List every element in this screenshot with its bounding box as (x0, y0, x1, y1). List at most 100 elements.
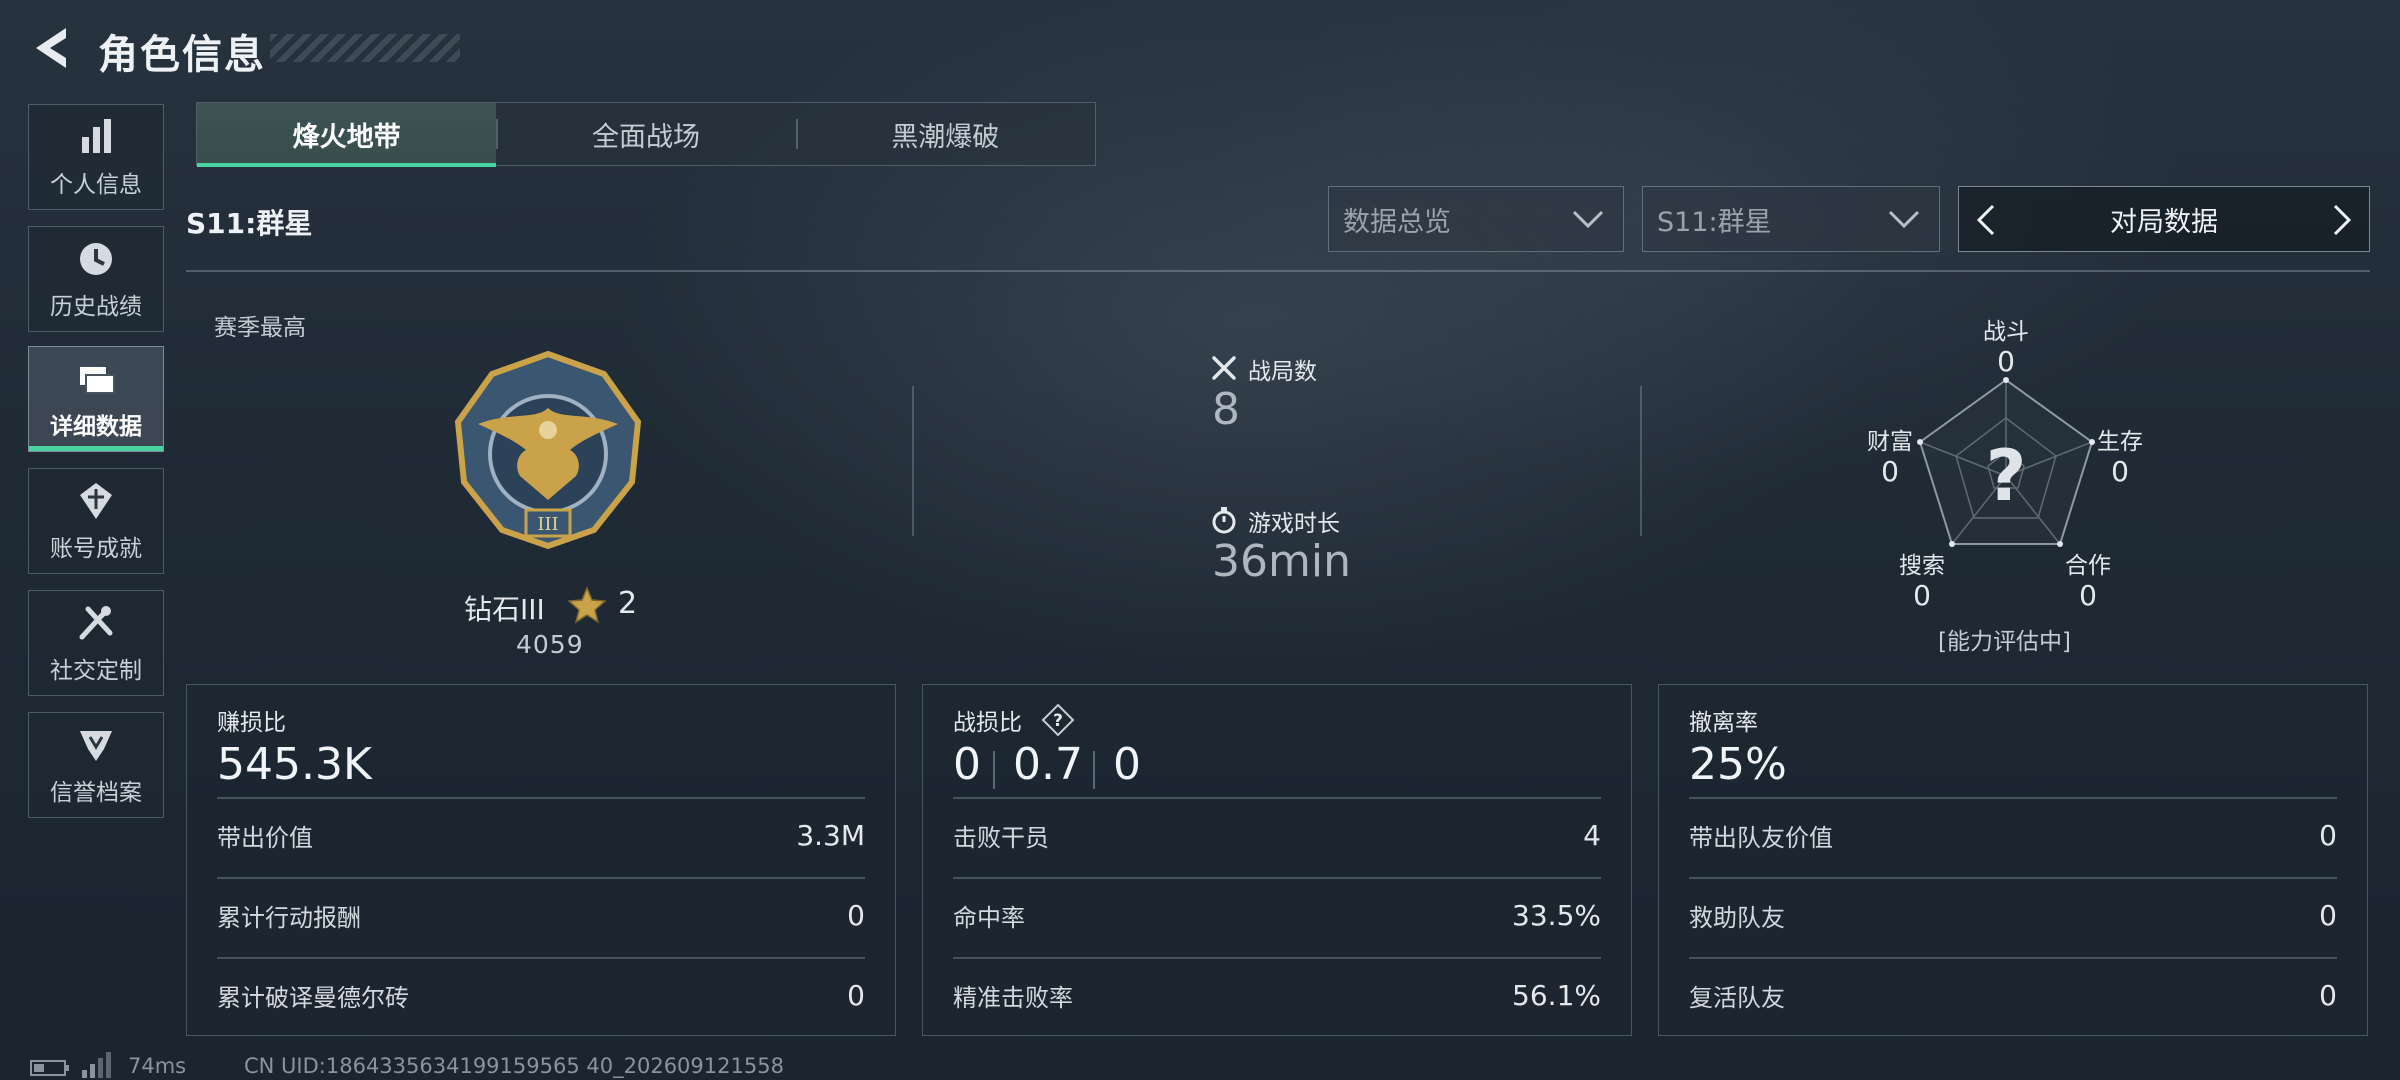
radar-value-search: 0 (1913, 579, 1931, 612)
extraction-title: 撤离率 (1689, 710, 1758, 736)
ping-readout: 74ms (128, 1054, 187, 1078)
profit-title: 赚损比 (217, 710, 286, 736)
sidebar-item-personal-info[interactable]: 个人信息 (28, 104, 164, 210)
mode-tabs: 烽火地带 全面战场 黑潮爆破 (196, 102, 1096, 167)
radar-label-cooperation: 合作 (2065, 553, 2111, 579)
tab-full-battlefield[interactable]: 全面战场 (496, 103, 795, 165)
card-divider (953, 877, 1601, 879)
sidebar-item-label: 详细数据 (50, 414, 142, 440)
stat-label: 击败干员 (953, 823, 1049, 852)
stat-value: 0 (2319, 978, 2337, 1012)
match-count-label: 战局数 (1248, 359, 1317, 385)
stat-row: 复活队友 0 (1689, 975, 2337, 1015)
shield-badge-icon (80, 731, 112, 761)
crossed-swords-icon (1212, 356, 1236, 380)
stat-row: 击败干员 4 (953, 815, 1601, 855)
help-mark: ? (1053, 711, 1063, 731)
overview-select-value: 数据总览 (1343, 206, 1451, 238)
stat-value: 3.3M (796, 818, 865, 852)
kd-ratio-value: 0.7 (1013, 739, 1083, 790)
signal-icon (82, 1052, 111, 1078)
rank-emblem-icon: III (454, 350, 642, 550)
sidebar-item-label: 账号成就 (50, 536, 142, 562)
stat-label: 精准击败率 (953, 983, 1073, 1012)
chevron-right-icon[interactable] (2329, 203, 2355, 237)
star-icon (568, 586, 606, 624)
sidebar-item-achievements[interactable]: 账号成就 (28, 468, 164, 574)
combat-title: 战损比 (953, 710, 1022, 736)
card-divider (1689, 957, 2337, 959)
column-divider (912, 386, 914, 536)
tab-label: 全面战场 (591, 121, 700, 153)
sidebar-item-social[interactable]: 社交定制 (28, 590, 164, 696)
radar-label-survival: 生存 (2097, 429, 2143, 455)
season-select[interactable]: S11:群星 (1642, 186, 1940, 252)
stat-label: 累计行动报酬 (217, 903, 361, 932)
stat-label: 命中率 (953, 903, 1025, 932)
card-divider (217, 957, 865, 959)
sidebar-item-match-history[interactable]: 历史战绩 (28, 226, 164, 332)
stat-label: 带出价值 (217, 823, 313, 852)
stat-label: 救助队友 (1689, 903, 1785, 932)
help-icon[interactable]: ? (1041, 703, 1075, 737)
stat-value: 0 (2319, 898, 2337, 932)
card-divider (953, 957, 1601, 959)
radar-label-wealth: 财富 (1867, 429, 1913, 455)
extraction-card: 撤离率 25% 带出队友价值 0 救助队友 0 复活队友 0 (1658, 684, 2368, 1036)
stat-row: 累计破译曼德尔砖 0 (217, 975, 865, 1015)
radar-label-search: 搜索 (1899, 553, 1945, 579)
season-select-value: S11:群星 (1657, 206, 1772, 238)
stat-label: 累计破译曼德尔砖 (217, 983, 409, 1012)
stat-label: 复活队友 (1689, 983, 1785, 1012)
stat-row: 精准击败率 56.1% (953, 975, 1601, 1015)
play-time-value: 36min (1212, 536, 1351, 587)
back-arrow-icon[interactable] (26, 22, 72, 74)
bar-chart-icon (82, 119, 111, 153)
card-divider (217, 797, 865, 799)
stat-label: 带出队友价值 (1689, 823, 1833, 852)
card-divider (1689, 877, 2337, 879)
radar-value-cooperation: 0 (2079, 579, 2097, 612)
page-title: 角色信息 (98, 32, 266, 78)
data-type-switcher: 对局数据 (1958, 186, 2370, 252)
chevron-left-icon[interactable] (1973, 203, 1999, 237)
section-divider (186, 270, 2370, 272)
radar-value-combat: 0 (1997, 345, 2015, 378)
card-divider (953, 797, 1601, 799)
radar-value-survival: 0 (2111, 455, 2129, 488)
sidebar-item-credit[interactable]: 信誉档案 (28, 712, 164, 818)
chevron-down-icon (1888, 210, 1920, 229)
tab-fenghuo[interactable]: 烽火地带 (197, 103, 497, 167)
sidebar-item-label: 个人信息 (50, 172, 142, 198)
rank-points: 4059 (516, 630, 584, 659)
stat-row: 累计行动报酬 0 (217, 895, 865, 935)
play-time-label: 游戏时长 (1248, 511, 1340, 537)
user-uid: CN UID:1864335634199159565 40_2026091215… (244, 1054, 784, 1078)
profit-card: 赚损比 545.3K 带出价值 3.3M 累计行动报酬 0 累计破译曼德尔砖 0 (186, 684, 896, 1036)
history-clock-icon (80, 243, 112, 275)
sidebar-item-label: 社交定制 (50, 658, 142, 684)
sidebar-item-detailed-data[interactable]: 详细数据 (28, 346, 164, 452)
emblem-numeral: III (537, 514, 558, 535)
kd-separator (993, 751, 995, 789)
active-tab-indicator (197, 163, 497, 167)
stat-row: 救助队友 0 (1689, 895, 2337, 935)
sidebar-item-label: 历史战绩 (50, 294, 142, 320)
stat-value: 0 (2319, 818, 2337, 852)
tab-black-tide[interactable]: 黑潮爆破 (795, 103, 1095, 165)
overview-select[interactable]: 数据总览 (1328, 186, 1624, 252)
radar-value-wealth: 0 (1881, 455, 1899, 488)
stopwatch-icon (1212, 507, 1236, 534)
achievement-icon (80, 483, 112, 519)
sidebar-item-label: 信誉档案 (50, 780, 142, 806)
stat-value: 4 (1583, 818, 1601, 852)
kd-separator (1093, 751, 1095, 789)
radar-label-combat: 战斗 (1983, 319, 2029, 345)
title-decoration (270, 34, 460, 62)
combat-card: 战损比 ? 0 0.7 0 击败干员 4 命中率 33.5% 精准击败率 56.… (922, 684, 1632, 1036)
kd-right-value: 0 (1113, 739, 1141, 790)
stat-value: 33.5% (1512, 898, 1601, 932)
active-indicator (29, 446, 163, 451)
stat-row: 带出队友价值 0 (1689, 815, 2337, 855)
stat-value: 56.1% (1512, 978, 1601, 1012)
